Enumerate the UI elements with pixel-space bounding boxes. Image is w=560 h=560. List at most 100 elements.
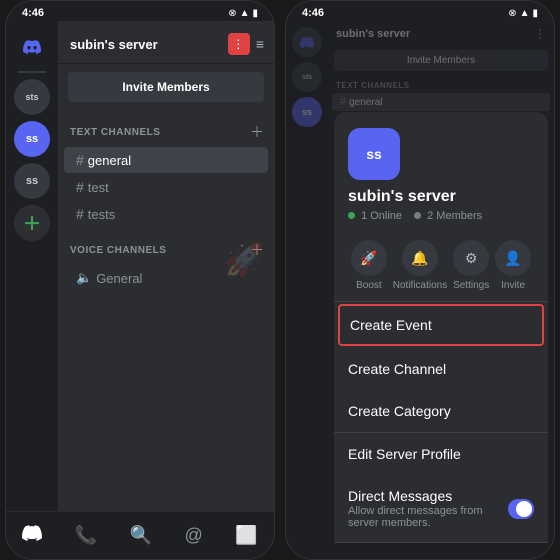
- channel-header: subin's server ⋮ ≡: [58, 21, 274, 64]
- wifi-icon: ▲: [520, 8, 530, 19]
- notifications-icon: 🔔: [402, 240, 438, 276]
- right-server-name-faded: subin's server: [336, 28, 410, 40]
- left-status-icons: ⊗ ▲ ▮: [228, 8, 258, 19]
- direct-messages-menu-item[interactable]: Direct Messages Allow direct messages fr…: [334, 475, 548, 542]
- boost-label: Boost: [356, 280, 382, 291]
- signal-icon: ⊗: [508, 8, 516, 19]
- invite-members-button[interactable]: Invite Members: [68, 72, 264, 102]
- hash-icon: #: [76, 179, 84, 195]
- channel-name: General: [96, 271, 142, 286]
- at-nav-icon[interactable]: @: [177, 521, 211, 550]
- text-channels-label: TEXT CHANNELS: [70, 127, 160, 138]
- channel-name: general: [88, 153, 131, 168]
- direct-messages-toggle[interactable]: [508, 499, 534, 519]
- online-dot: [348, 212, 355, 219]
- add-text-channel-button[interactable]: ＋: [250, 122, 264, 142]
- left-time: 4:46: [22, 7, 44, 19]
- channel-name: tests: [88, 207, 115, 222]
- left-phone: 4:46 ⊗ ▲ ▮ sts ss ss ＋ subin's server: [5, 0, 275, 560]
- rocket-decoration: 🚀: [224, 241, 264, 279]
- phone-nav-icon[interactable]: 📞: [67, 521, 105, 550]
- right-text-channels-label-faded: TEXT CHANNELS: [328, 75, 554, 92]
- battery-icon: ▮: [532, 8, 538, 19]
- server-modal-sheet: ss subin's server 1 Online 2 Members: [334, 112, 548, 543]
- channel-test[interactable]: # test: [64, 174, 268, 200]
- create-category-label: Create Category: [348, 403, 451, 419]
- wifi-icon: ▲: [240, 8, 250, 19]
- channel-general[interactable]: # general: [64, 147, 268, 173]
- channel-tests[interactable]: # tests: [64, 201, 268, 227]
- channel-name: test: [88, 180, 109, 195]
- settings-label: Settings: [453, 280, 489, 291]
- boost-icon: 🚀: [351, 240, 387, 276]
- right-general-faded: # general: [332, 93, 550, 111]
- hash-icon: #: [76, 206, 84, 222]
- text-channels-category: TEXT CHANNELS ＋: [58, 110, 274, 146]
- hash-icon: #: [76, 152, 84, 168]
- sidebar-item-ss-dark[interactable]: ss: [14, 163, 50, 199]
- right-status-icons: ⊗ ▲ ▮: [508, 8, 538, 19]
- speaker-icon: 🔈: [76, 270, 92, 286]
- invite-action-button[interactable]: 👤 Invite: [495, 240, 531, 291]
- profile-menu-section: Edit Server Profile Direct Messages Allo…: [334, 433, 548, 543]
- modal-server-stats: 1 Online 2 Members: [348, 210, 482, 222]
- search-nav-icon[interactable]: 🔍: [122, 521, 160, 550]
- voice-channels-label: VOICE CHANNELS: [70, 245, 166, 256]
- channel-list: subin's server ⋮ ≡ Invite Members TEXT C…: [58, 21, 274, 553]
- settings-action-button[interactable]: ⚙ Settings: [453, 240, 489, 291]
- discord-nav-icon[interactable]: [14, 521, 50, 550]
- edit-server-profile-label: Edit Server Profile: [348, 446, 461, 462]
- dots-icon: ⋮: [232, 37, 245, 51]
- right-sts-icon: sts: [292, 62, 322, 92]
- discord-home-icon[interactable]: [14, 29, 50, 65]
- bottom-nav: 📞 🔍 @ ⬜: [6, 511, 274, 559]
- dm-info: Direct Messages Allow direct messages fr…: [348, 488, 508, 529]
- signal-icon: ⊗: [228, 8, 236, 19]
- right-invite-btn-faded: Invite Members: [334, 50, 548, 71]
- notifications-action-button[interactable]: 🔔 Notifications: [393, 240, 447, 291]
- modal-header: ss subin's server 1 Online 2 Members: [334, 112, 548, 232]
- edit-server-profile-menu-item[interactable]: Edit Server Profile: [334, 433, 548, 475]
- create-event-menu-item[interactable]: Create Event: [338, 304, 544, 346]
- modal-action-row: 🚀 Boost 🔔 Notifications ⚙ Settings 👤 Inv…: [334, 232, 548, 302]
- sidebar-add-server[interactable]: ＋: [14, 205, 50, 241]
- settings-icon: ⚙: [453, 240, 489, 276]
- right-time: 4:46: [302, 7, 324, 19]
- left-status-bar: 4:46 ⊗ ▲ ▮: [6, 1, 274, 21]
- create-channel-menu-item[interactable]: Create Channel: [334, 348, 548, 390]
- server-name: subin's server: [70, 37, 158, 52]
- direct-messages-sub: Allow direct messages from server member…: [348, 505, 508, 529]
- create-menu-section: Create Event Create Channel Create Categ…: [334, 304, 548, 433]
- sidebar-item-ss-active[interactable]: ss: [14, 121, 50, 157]
- right-sidebar-faded: sts ss: [286, 21, 328, 560]
- right-main: subin's server ⋮ Invite Members TEXT CHA…: [328, 21, 554, 560]
- member-stat: 2 Members: [414, 210, 482, 222]
- notifications-label: Notifications: [393, 280, 447, 291]
- create-event-label: Create Event: [350, 317, 432, 333]
- invite-icon: 👤: [495, 240, 531, 276]
- right-phone: 4:46 ⊗ ▲ ▮ sts ss subin's server ⋮: [285, 0, 555, 560]
- right-layout: sts ss subin's server ⋮ Invite Members T…: [286, 21, 554, 560]
- right-channel-bg: subin's server ⋮ Invite Members TEXT CHA…: [328, 21, 554, 111]
- right-ss-icon: ss: [292, 97, 322, 127]
- right-status-bar: 4:46 ⊗ ▲ ▮: [286, 1, 554, 21]
- menu-icon[interactable]: ≡: [256, 36, 264, 52]
- create-channel-label: Create Channel: [348, 361, 446, 377]
- member-dot: [414, 212, 421, 219]
- general-faded: general: [349, 97, 382, 108]
- modal-server-name: subin's server: [348, 188, 456, 206]
- right-home-icon: [292, 27, 322, 57]
- header-icons: ⋮ ≡: [228, 33, 264, 55]
- invite-label: Invite: [501, 280, 525, 291]
- sidebar-item-sts[interactable]: sts: [14, 79, 50, 115]
- online-stat: 1 Online: [348, 210, 402, 222]
- create-category-menu-item[interactable]: Create Category: [334, 390, 548, 432]
- server-sidebar: sts ss ss ＋: [6, 21, 58, 553]
- boost-action-button[interactable]: 🚀 Boost: [351, 240, 387, 291]
- left-panel: sts ss ss ＋ subin's server ⋮ ≡ Invite Me…: [6, 21, 274, 553]
- square-nav-icon[interactable]: ⬜: [227, 521, 265, 550]
- modal-avatar: ss: [348, 128, 400, 180]
- server-divider: [18, 71, 46, 73]
- hash-faded: #: [340, 96, 346, 108]
- more-options-button[interactable]: ⋮: [228, 33, 250, 55]
